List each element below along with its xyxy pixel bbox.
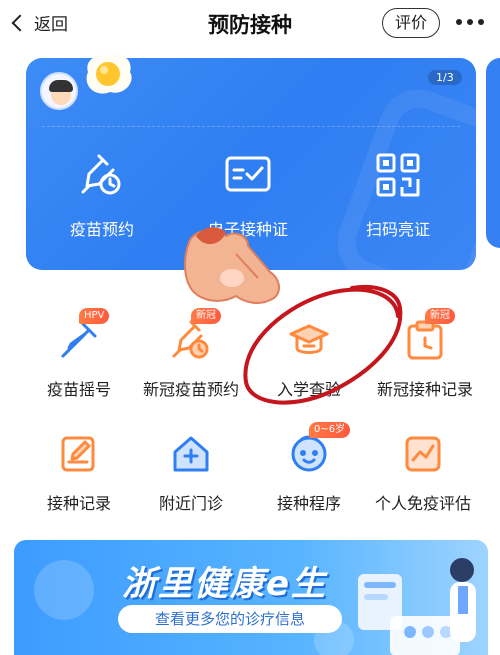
vaccine-appointment-label: 疫苗预约 [69, 220, 134, 239]
more-icon[interactable] [456, 19, 484, 25]
covid-tag: 新冠 [425, 308, 455, 324]
immunity-assessment-button[interactable]: 个人免疫评估 [360, 432, 486, 514]
rate-button[interactable]: 评价 [382, 8, 440, 38]
doctor-illustration [358, 558, 476, 655]
top-bar: 返回 预防接种 评价 [0, 0, 500, 48]
immunity-assessment-label: 个人免疫评估 [374, 494, 471, 513]
vaccination-record-button[interactable]: 接种记录 [16, 432, 142, 514]
clipboard-clock-icon [407, 320, 443, 360]
hpv-tag: HPV [79, 308, 110, 324]
certificate-check-icon [225, 156, 271, 192]
fried-egg-sticker [86, 53, 132, 94]
baby-face-icon [291, 435, 327, 472]
card-divider [42, 126, 460, 127]
covid-appointment-button[interactable]: 新冠 新冠疫苗预约 [128, 308, 254, 400]
banner-title: 浙里健康e生 [122, 564, 328, 604]
vaccine-lottery-label: 疫苗摇号 [46, 380, 111, 399]
trend-chart-icon [405, 436, 441, 472]
banner-subtitle: 查看更多您的诊疗信息 [118, 605, 342, 633]
vaccination-schedule-button[interactable]: 0~6岁 接种程序 [246, 422, 372, 514]
vaccination-schedule-label: 接种程序 [276, 494, 341, 513]
health-banner[interactable]: 浙里健康e生 查看更多您的诊疗信息 [14, 540, 488, 655]
qr-code-icon [376, 153, 420, 197]
age-tag: 0~6岁 [309, 422, 351, 438]
syringe-icon [61, 322, 97, 358]
avatar[interactable] [40, 72, 78, 110]
scan-code-label: 扫码亮证 [365, 220, 430, 239]
notebook-pen-icon [61, 436, 95, 472]
nearby-clinic-label: 附近门诊 [158, 494, 223, 513]
next-card-peek[interactable] [486, 58, 500, 248]
clinic-house-icon [173, 436, 209, 472]
syringe-clock-icon [172, 320, 209, 359]
scan-code-button[interactable]: 扫码亮证 [338, 150, 458, 240]
school-check-label: 入学查验 [276, 380, 341, 399]
syringe-clock-icon [81, 154, 121, 195]
covid-record-button[interactable]: 新冠 新冠接种记录 [362, 308, 488, 400]
graduation-cap-icon [289, 324, 329, 354]
covid-appointment-label: 新冠疫苗预约 [142, 380, 239, 399]
vaccine-appointment-button[interactable]: 疫苗预约 [42, 150, 162, 240]
covid-record-label: 新冠接种记录 [376, 380, 473, 399]
covid-tag: 新冠 [191, 308, 221, 324]
e-certificate-button[interactable]: 电子接种证 [188, 150, 308, 240]
e-certificate-label: 电子接种证 [207, 220, 288, 239]
nearby-clinic-button[interactable]: 附近门诊 [128, 432, 254, 514]
school-check-button[interactable]: 入学查验 [246, 318, 372, 400]
vaccine-lottery-button[interactable]: HPV 疫苗摇号 [16, 308, 142, 400]
card-page-indicator: 1/3 [428, 70, 462, 85]
vaccination-record-label: 接种记录 [46, 494, 111, 513]
